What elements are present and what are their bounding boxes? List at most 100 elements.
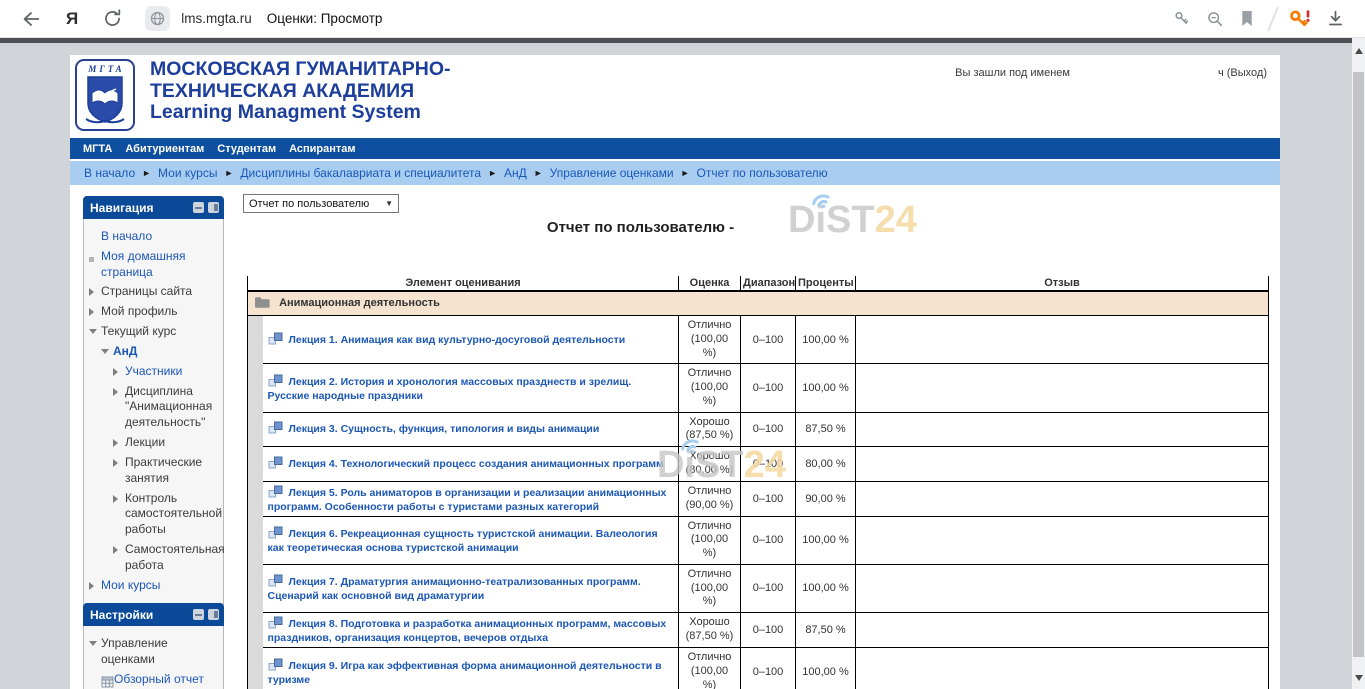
grade-percent: (100,00 %): [684, 582, 735, 610]
expanded-arrow-icon[interactable]: [101, 348, 113, 354]
item-cell: Лекция 4. Технологический процесс создан…: [263, 447, 679, 482]
url-text[interactable]: lms.mgta.ru: [181, 11, 252, 26]
protect-key-icon[interactable]: [1173, 10, 1190, 27]
grade-item-link[interactable]: Лекция 2. История и хронология массовых …: [268, 376, 632, 402]
topnav-item[interactable]: Студентам: [217, 143, 276, 155]
grade-item-link[interactable]: Лекция 5. Роль аниматоров в организации …: [268, 487, 667, 513]
sidebar-item-label[interactable]: Текущий курс: [101, 324, 176, 340]
dock-block-icon[interactable]: [208, 609, 219, 620]
breadcrumb-link[interactable]: АнД: [504, 166, 527, 180]
topnav-item[interactable]: Аспирантам: [289, 143, 355, 155]
range-cell: 0–100: [741, 316, 796, 364]
grade-value: Отлично: [684, 520, 735, 534]
sidebar-item: Страницы сайта: [89, 284, 220, 300]
settings-block-title: Настройки: [90, 608, 189, 622]
grade-item-link[interactable]: Лекция 9. Игра как эффективная форма ани…: [268, 660, 662, 686]
grade-value: Отлично: [684, 319, 735, 333]
dock-block-icon[interactable]: [208, 202, 219, 213]
sidebar-item-label[interactable]: Дисциплина "Анимационная деятельность": [125, 384, 220, 431]
scrollbar-thumb[interactable]: [1353, 72, 1364, 657]
bookmark-icon[interactable]: [1240, 10, 1254, 27]
site-title: МОСКОВСКАЯ ГУМАНИТАРНО- ТЕХНИЧЕСКАЯ АКАД…: [150, 59, 451, 124]
breadcrumb-link[interactable]: Дисциплины бакалавриата и специалитета: [240, 166, 481, 180]
lesson-icon: [268, 526, 283, 542]
feedback-cell: [856, 481, 1269, 516]
sidebar-item-label[interactable]: АнД: [113, 344, 137, 360]
password-alert-key-icon[interactable]: [1288, 9, 1310, 28]
report-page-title: Отчет по пользователю -: [243, 219, 1270, 236]
percent-cell: 100,00 %: [796, 648, 856, 689]
sidebar-item: Обзорный отчет: [89, 672, 220, 688]
collapse-block-icon[interactable]: [193, 202, 204, 213]
grade-item-row: Лекция 1. Анимация как вид культурно-дос…: [248, 316, 1269, 364]
grade-cell: Отлично(100,00 %): [679, 564, 741, 612]
collapsed-arrow-icon[interactable]: [113, 388, 125, 396]
item-cell: Лекция 1. Анимация как вид культурно-дос…: [263, 316, 679, 364]
grade-item-link[interactable]: Лекция 1. Анимация как вид культурно-дос…: [289, 334, 626, 346]
grade-item-row: Лекция 3. Сущность, функция, типология и…: [248, 412, 1269, 447]
breadcrumb-separator-icon: ►: [534, 168, 543, 178]
header-percent: Проценты: [796, 276, 856, 291]
collapsed-arrow-icon[interactable]: [89, 288, 101, 296]
expanded-arrow-icon[interactable]: [89, 640, 101, 646]
sidebar-item: Самостоятельная работа: [89, 542, 220, 574]
header-range: Диапазон: [741, 276, 796, 291]
academy-logo[interactable]: МГТА: [75, 59, 135, 131]
download-icon[interactable]: [1326, 9, 1345, 28]
sidebar-item-label[interactable]: Контроль самостоятельной работы: [125, 491, 222, 538]
feedback-cell: [856, 564, 1269, 612]
sidebar-item-label[interactable]: Моя домашняя страница: [101, 249, 220, 281]
collapsed-arrow-icon[interactable]: [113, 368, 125, 376]
item-cell: Лекция 9. Игра как эффективная форма ани…: [263, 648, 679, 689]
sidebar-item-label[interactable]: Лекции: [125, 435, 165, 451]
collapsed-arrow-icon[interactable]: [113, 495, 125, 503]
grade-item-link[interactable]: Лекция 4. Технологический процесс создан…: [289, 458, 664, 470]
collapsed-arrow-icon[interactable]: [113, 439, 125, 447]
grade-item-link[interactable]: Лекция 3. Сущность, функция, типология и…: [289, 423, 600, 435]
sidebar-item: Дисциплина "Анимационная деятельность": [89, 384, 220, 431]
collapsed-arrow-icon[interactable]: [113, 546, 125, 554]
sidebar-item-label[interactable]: Обзорный отчет: [114, 672, 204, 688]
sidebar-item: Текущий курс: [89, 324, 220, 340]
yandex-icon[interactable]: Я: [66, 9, 78, 29]
topnav-item[interactable]: Абитуриентам: [125, 143, 204, 155]
breadcrumb-link[interactable]: Отчет по пользователю: [697, 166, 828, 180]
scroll-down-arrow-icon[interactable]: [1355, 675, 1363, 681]
sidebar-item-label[interactable]: Мой профиль: [101, 304, 178, 320]
report-grid-icon[interactable]: [101, 676, 114, 688]
sidebar-item-label[interactable]: Участники: [125, 364, 182, 380]
site-globe-icon[interactable]: [145, 6, 170, 31]
expanded-arrow-icon[interactable]: [89, 328, 101, 334]
logout-link[interactable]: ч (Выход): [1218, 67, 1267, 79]
zoom-search-icon[interactable]: [1206, 10, 1224, 28]
grade-item-row: Лекция 9. Игра как эффективная форма ани…: [248, 648, 1269, 689]
sidebar-item-label[interactable]: Самостоятельная работа: [125, 542, 225, 574]
collapsed-arrow-icon[interactable]: [89, 582, 101, 590]
collapsed-arrow-icon[interactable]: [113, 459, 125, 467]
grade-percent: (100,00 %): [684, 381, 735, 409]
breadcrumb-link[interactable]: Мои курсы: [158, 166, 217, 180]
vertical-scrollbar[interactable]: [1352, 38, 1365, 689]
sidebar-item-label[interactable]: В начало: [101, 229, 152, 245]
refresh-icon[interactable]: [102, 8, 123, 29]
collapse-block-icon[interactable]: [193, 609, 204, 620]
scroll-up-arrow-icon[interactable]: [1355, 48, 1363, 54]
sidebar-item-label[interactable]: Мои курсы: [101, 578, 160, 594]
sidebar-item-label[interactable]: Управление оценками: [101, 636, 220, 668]
table-header-row: Элемент оценивания Оценка Диапазон Проце…: [248, 276, 1269, 291]
feedback-cell: [856, 316, 1269, 364]
sidebar-item-label[interactable]: Практические занятия: [125, 455, 220, 487]
grade-item-link[interactable]: Лекция 7. Драматургия анимационно-театра…: [268, 576, 641, 602]
lesson-icon: [268, 574, 283, 590]
grade-item-row: Лекция 6. Рекреационная сущность туристс…: [248, 516, 1269, 564]
sidebar-item-label[interactable]: Страницы сайта: [101, 284, 192, 300]
breadcrumb-link[interactable]: Управление оценками: [550, 166, 674, 180]
report-type-select[interactable]: Отчет по пользователю ▼: [243, 194, 399, 213]
breadcrumb-link[interactable]: В начало: [84, 166, 135, 180]
grade-item-link[interactable]: Лекция 8. Подготовка и разработка анимац…: [268, 618, 667, 644]
back-icon[interactable]: [20, 8, 42, 30]
collapsed-arrow-icon[interactable]: [89, 308, 101, 316]
topnav-item[interactable]: МГТА: [83, 143, 112, 155]
breadcrumb-separator-icon: ►: [224, 168, 233, 178]
grade-item-link[interactable]: Лекция 6. Рекреационная сущность туристс…: [268, 528, 658, 554]
